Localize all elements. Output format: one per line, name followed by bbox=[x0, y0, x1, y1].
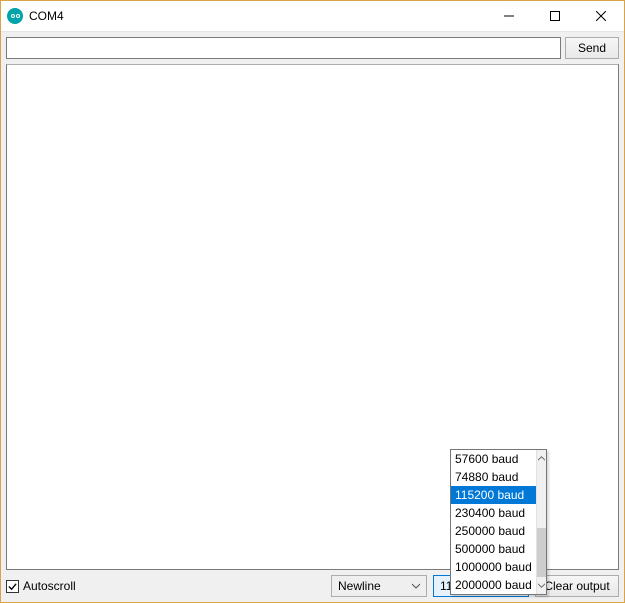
arduino-icon bbox=[7, 8, 23, 24]
clear-output-button[interactable]: Clear output bbox=[535, 575, 619, 597]
baud-option[interactable]: 2000000 baud bbox=[451, 576, 536, 594]
maximize-button[interactable] bbox=[532, 1, 578, 31]
send-button[interactable]: Send bbox=[565, 37, 619, 59]
scroll-thumb[interactable] bbox=[537, 528, 546, 578]
baud-option[interactable]: 57600 baud bbox=[451, 450, 536, 468]
window-controls bbox=[486, 1, 624, 31]
baud-option-list: 57600 baud 74880 baud 115200 baud 230400… bbox=[451, 450, 536, 594]
baud-option[interactable]: 250000 baud bbox=[451, 522, 536, 540]
window-title: COM4 bbox=[29, 9, 64, 23]
scroll-up-button[interactable] bbox=[537, 450, 546, 467]
chevron-down-icon bbox=[412, 582, 420, 590]
serial-input[interactable] bbox=[6, 37, 561, 59]
titlebar: COM4 bbox=[1, 1, 624, 32]
scroll-track[interactable] bbox=[537, 467, 546, 577]
line-ending-select[interactable]: Newline bbox=[331, 575, 427, 597]
baud-option[interactable]: 230400 baud bbox=[451, 504, 536, 522]
baud-option[interactable]: 115200 baud bbox=[451, 486, 536, 504]
minimize-button[interactable] bbox=[486, 1, 532, 31]
autoscroll-label: Autoscroll bbox=[23, 579, 76, 593]
baud-option[interactable]: 500000 baud bbox=[451, 540, 536, 558]
autoscroll-control[interactable]: Autoscroll bbox=[6, 579, 76, 593]
autoscroll-checkbox[interactable] bbox=[6, 580, 19, 593]
send-row: Send bbox=[1, 32, 624, 64]
scroll-down-button[interactable] bbox=[537, 577, 546, 594]
line-ending-value: Newline bbox=[338, 579, 381, 593]
close-button[interactable] bbox=[578, 1, 624, 31]
serial-monitor-window: COM4 Send Autoscroll Newline bbox=[0, 0, 625, 603]
baud-option[interactable]: 74880 baud bbox=[451, 468, 536, 486]
baud-option[interactable]: 1000000 baud bbox=[451, 558, 536, 576]
baud-rate-dropdown: 57600 baud 74880 baud 115200 baud 230400… bbox=[450, 449, 547, 595]
dropdown-scrollbar[interactable] bbox=[536, 450, 546, 594]
